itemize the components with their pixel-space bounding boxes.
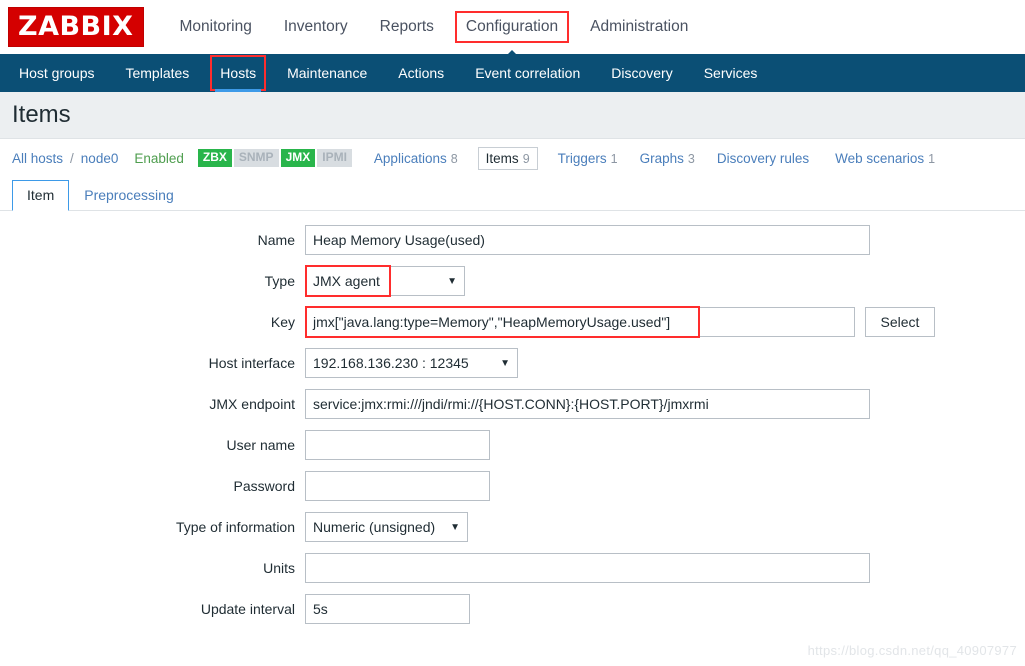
host-interface-select[interactable]: 192.168.136.230 : 12345 ▼ bbox=[305, 348, 518, 378]
page-title: Items bbox=[12, 101, 71, 128]
subnav-item-event-correlation[interactable]: Event correlation bbox=[464, 54, 591, 92]
form-row-name: Name Heap Memory Usage(used) bbox=[0, 225, 1025, 255]
nav-item-inventory[interactable]: Inventory bbox=[274, 12, 358, 42]
form-row-type-of-information: Type of information Numeric (unsigned) ▼ bbox=[0, 512, 1025, 542]
type-select-value: JMX agent bbox=[313, 273, 380, 289]
breadcrumb: All hosts / node0 Enabled ZBX SNMP JMX I… bbox=[0, 139, 1025, 177]
subnav-item-host-groups[interactable]: Host groups bbox=[8, 54, 105, 92]
tab-item[interactable]: Item bbox=[12, 180, 70, 211]
entity-tab-triggers-label: Triggers bbox=[557, 150, 607, 166]
user-name-input[interactable] bbox=[305, 430, 490, 460]
entity-tab-web-scenarios-count: 1 bbox=[928, 151, 936, 166]
form-tabs: Item Preprocessing bbox=[0, 177, 1025, 211]
item-form: Name Heap Memory Usage(used) Type JMX ag… bbox=[0, 211, 1025, 624]
label-update-interval: Update interval bbox=[200, 601, 295, 617]
breadcrumb-all-hosts[interactable]: All hosts bbox=[12, 151, 63, 166]
label-host-interface: Host interface bbox=[208, 355, 295, 371]
form-row-user-name: User name bbox=[0, 430, 1025, 460]
entity-tab-triggers-count: 1 bbox=[610, 151, 618, 166]
form-row-type: Type JMX agent ▼ bbox=[0, 265, 1025, 297]
nav-item-reports[interactable]: Reports bbox=[370, 12, 444, 42]
secondary-nav: Host groups Templates Hosts Maintenance … bbox=[0, 54, 1025, 92]
jmx-endpoint-input[interactable]: service:jmx:rmi:///jndi/rmi://{HOST.CONN… bbox=[305, 389, 870, 419]
subnav-item-maintenance[interactable]: Maintenance bbox=[276, 54, 378, 92]
badge-ipmi: IPMI bbox=[317, 148, 352, 168]
type-select[interactable]: JMX agent ▼ bbox=[305, 266, 465, 296]
type-of-information-value: Numeric (unsigned) bbox=[313, 519, 436, 535]
nav-item-administration[interactable]: Administration bbox=[580, 12, 698, 42]
form-row-units: Units bbox=[0, 553, 1025, 583]
label-units: Units bbox=[263, 560, 295, 576]
entity-tab-graphs-label: Graphs bbox=[639, 150, 684, 166]
subnav-item-hosts[interactable]: Hosts bbox=[209, 54, 267, 92]
subnav-item-templates[interactable]: Templates bbox=[114, 54, 200, 92]
chevron-down-icon: ▼ bbox=[450, 521, 460, 533]
form-row-key: Key jmx["java.lang:type=Memory","HeapMem… bbox=[0, 306, 1025, 338]
interface-badges: ZBX SNMP JMX IPMI bbox=[197, 148, 354, 168]
badge-jmx: JMX bbox=[280, 148, 316, 168]
entity-tabs: Applications 8 Items 9 Triggers 1 Graphs 3 D… bbox=[372, 146, 955, 170]
entity-tab-items-count: 9 bbox=[522, 151, 530, 166]
update-interval-input[interactable]: 5s bbox=[305, 594, 470, 624]
page-title-band: Items bbox=[0, 92, 1025, 139]
entity-tab-graphs[interactable]: Graphs 3 bbox=[638, 148, 697, 169]
watermark: https://blog.csdn.net/qq_40907977 bbox=[807, 643, 1017, 658]
tab-preprocessing[interactable]: Preprocessing bbox=[69, 180, 189, 211]
entity-tab-items[interactable]: Items 9 bbox=[477, 146, 538, 170]
units-input[interactable] bbox=[305, 553, 870, 583]
type-of-information-select[interactable]: Numeric (unsigned) ▼ bbox=[305, 512, 468, 542]
entity-tab-graphs-count: 3 bbox=[687, 151, 695, 166]
host-status-enabled[interactable]: Enabled bbox=[134, 151, 184, 166]
nav-item-configuration[interactable]: Configuration bbox=[454, 11, 570, 43]
top-header: ZABBIX Monitoring Inventory Reports Conf… bbox=[0, 0, 1025, 54]
breadcrumb-separator: / bbox=[70, 150, 74, 166]
entity-tab-triggers[interactable]: Triggers 1 bbox=[556, 148, 620, 169]
badge-zbx: ZBX bbox=[197, 148, 232, 168]
label-key: Key bbox=[270, 314, 295, 330]
entity-tab-web-scenarios[interactable]: Web scenarios 1 bbox=[833, 148, 937, 169]
primary-nav: Monitoring Inventory Reports Configurati… bbox=[170, 11, 711, 43]
chevron-down-icon: ▼ bbox=[500, 357, 510, 369]
entity-tab-discovery-rules-label: Discovery rules bbox=[716, 150, 810, 166]
label-type-of-information: Type of information bbox=[175, 519, 295, 535]
label-type: Type bbox=[264, 273, 295, 289]
form-row-password: Password bbox=[0, 471, 1025, 501]
form-row-host-interface: Host interface 192.168.136.230 : 12345 ▼ bbox=[0, 348, 1025, 378]
entity-tab-web-scenarios-label: Web scenarios bbox=[835, 150, 925, 166]
key-select-button[interactable]: Select bbox=[865, 307, 935, 337]
entity-tab-items-label: Items bbox=[485, 150, 519, 166]
password-input[interactable] bbox=[305, 471, 490, 501]
label-name: Name bbox=[257, 232, 295, 248]
subnav-item-discovery[interactable]: Discovery bbox=[600, 54, 683, 92]
label-password: Password bbox=[233, 478, 295, 494]
entity-tab-discovery-rules[interactable]: Discovery rules bbox=[715, 148, 815, 169]
label-jmx-endpoint: JMX endpoint bbox=[209, 396, 295, 412]
entity-tab-applications-label: Applications bbox=[373, 150, 447, 166]
entity-tab-applications-count: 8 bbox=[450, 151, 458, 166]
name-input[interactable]: Heap Memory Usage(used) bbox=[305, 225, 870, 255]
subnav-item-actions[interactable]: Actions bbox=[387, 54, 455, 92]
chevron-down-icon: ▼ bbox=[447, 275, 457, 287]
breadcrumb-host-node0[interactable]: node0 bbox=[81, 151, 119, 166]
host-interface-value: 192.168.136.230 : 12345 bbox=[313, 355, 469, 371]
nav-item-monitoring[interactable]: Monitoring bbox=[170, 12, 262, 42]
subnav-item-services[interactable]: Services bbox=[693, 54, 769, 92]
form-row-jmx-endpoint: JMX endpoint service:jmx:rmi:///jndi/rmi… bbox=[0, 389, 1025, 419]
badge-snmp: SNMP bbox=[233, 148, 279, 168]
label-user-name: User name bbox=[226, 437, 295, 453]
entity-tab-applications[interactable]: Applications 8 bbox=[372, 148, 460, 169]
form-row-update-interval: Update interval 5s bbox=[0, 594, 1025, 624]
zabbix-logo[interactable]: ZABBIX bbox=[8, 7, 144, 47]
key-input[interactable]: jmx["java.lang:type=Memory","HeapMemoryU… bbox=[305, 307, 855, 337]
